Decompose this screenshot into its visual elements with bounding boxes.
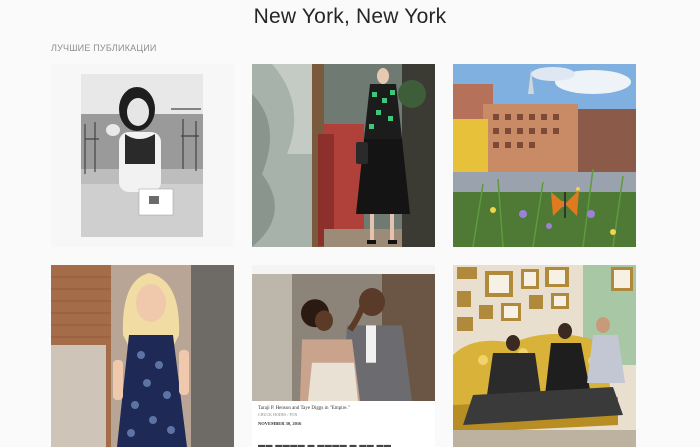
clipping-credit: CHUCK HODES / FOX (258, 412, 298, 417)
post-image-1 (51, 64, 234, 247)
post-image-5 (252, 274, 435, 401)
post-image-6 (453, 265, 636, 447)
post-thumbnail-1[interactable] (51, 64, 234, 247)
post-image-2 (252, 64, 435, 247)
post-thumbnail-3[interactable] (453, 64, 636, 247)
clipping-body-preview: ▬▬ ▬▬▬▬ ▬ ▬▬▬▬ ▬ ▬▬ ▬▬ (258, 441, 392, 447)
post-image-4 (51, 265, 234, 447)
clipping-date: NOVEMBER 30, 2016 (258, 421, 302, 426)
location-page: New York, New York ЛУЧШИЕ ПУБЛИКАЦИИ Tar… (0, 0, 700, 447)
location-title: New York, New York (253, 5, 447, 28)
post-thumbnail-6[interactable] (453, 265, 636, 447)
post-image-3 (453, 64, 636, 247)
post-thumbnail-5[interactable]: Taraji P. Henson and Taye Diggs in "Empi… (252, 265, 435, 447)
post-thumbnail-2[interactable] (252, 64, 435, 247)
clipping-caption: Taraji P. Henson and Taye Diggs in "Empi… (252, 401, 435, 447)
post-thumbnail-4[interactable] (51, 265, 234, 447)
top-posts-label: ЛУЧШИЕ ПУБЛИКАЦИИ (51, 43, 157, 53)
